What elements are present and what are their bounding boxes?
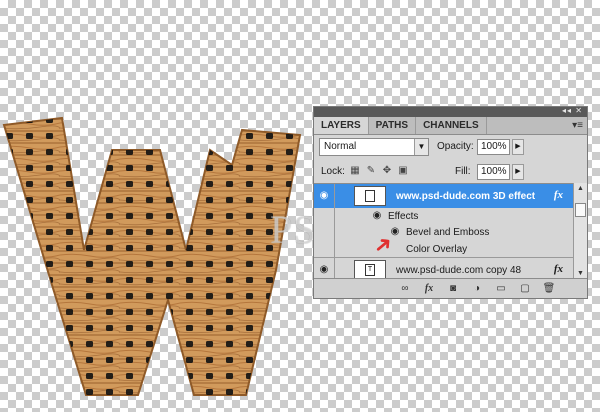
divider xyxy=(334,240,335,257)
fx-icon[interactable]: fx xyxy=(554,189,563,201)
tab-layers[interactable]: LAYERS xyxy=(314,117,369,134)
divider xyxy=(334,208,335,224)
layer-name: www.psd-dude.com copy 48 xyxy=(396,265,522,276)
adjustment-layer-icon[interactable]: ◑ xyxy=(470,282,484,295)
lock-brush-icon[interactable]: ✎ xyxy=(365,165,377,177)
divider xyxy=(334,184,335,208)
panel-tabs: LAYERS PATHS CHANNELS ▾≡ xyxy=(314,117,587,135)
chevron-down-icon: ▼ xyxy=(414,139,428,155)
bevel-eye-icon[interactable]: ◉ xyxy=(388,225,402,239)
scroll-thumb[interactable] xyxy=(575,203,586,217)
add-style-icon[interactable]: fx xyxy=(422,282,436,295)
opacity-field[interactable]: 100% xyxy=(477,139,510,155)
effects-row[interactable]: ◉ Effects xyxy=(314,208,573,224)
color-overlay-label: Color Overlay xyxy=(406,244,468,255)
lock-transparency-icon[interactable]: ▦ xyxy=(349,165,361,177)
trash-icon[interactable]: 🗑 xyxy=(542,282,556,295)
layer-row-selected[interactable]: ◉ T www.psd-dude.com 3D effect fx xyxy=(314,184,573,208)
effect-bevel-row[interactable]: ◉ Bevel and Emboss xyxy=(314,224,573,240)
panel-footer: ∞ fx ◙ ◑ ▭ ▢ 🗑 xyxy=(314,278,587,298)
panel-title-bar: ◂◂ ✕ xyxy=(314,106,587,117)
panel-menu-icon[interactable]: ▾≡ xyxy=(572,120,583,131)
new-group-icon[interactable]: ▭ xyxy=(494,282,508,295)
lock-label: Lock: xyxy=(321,166,345,177)
opacity-label: Opacity: xyxy=(437,141,474,152)
add-mask-icon[interactable]: ◙ xyxy=(446,282,460,295)
blend-mode-value: Normal xyxy=(324,141,357,152)
collapse-close-icons[interactable]: ◂◂ ✕ xyxy=(562,106,583,115)
lock-fill-row: Lock: ▦ ✎ ✥ ▣ Fill: 100% ▶ xyxy=(319,163,582,181)
fill-arrow-icon[interactable]: ▶ xyxy=(512,164,524,180)
new-layer-icon[interactable]: ▢ xyxy=(518,282,532,295)
eye-icon[interactable]: ◉ xyxy=(317,263,331,277)
layers-panel: ◂◂ ✕ LAYERS PATHS CHANNELS ▾≡ Normal ▼ O… xyxy=(313,106,588,299)
effect-color-overlay-row[interactable]: ➜ Color Overlay xyxy=(314,229,573,260)
fill-field[interactable]: 100% xyxy=(477,164,510,180)
blend-opacity-row: Normal ▼ Opacity: 100% ▶ xyxy=(319,138,582,158)
effects-label: Effects xyxy=(388,211,419,222)
tab-paths[interactable]: PATHS xyxy=(369,117,417,134)
layers-list: ◉ T www.psd-dude.com 3D effect fx ◉ Effe… xyxy=(314,183,573,281)
layer-thumbnail: T xyxy=(354,260,386,280)
layer-thumbnail: T xyxy=(354,186,386,206)
layer-name: www.psd-dude.com 3D effect xyxy=(396,191,536,202)
bevel-emboss-label: Bevel and Emboss xyxy=(406,227,490,238)
scroll-up-icon[interactable]: ▲ xyxy=(574,183,587,195)
opacity-arrow-icon[interactable]: ▶ xyxy=(512,139,524,155)
fx-icon[interactable]: fx xyxy=(554,263,563,275)
lock-all-icon[interactable]: ▣ xyxy=(397,165,409,177)
blend-mode-select[interactable]: Normal ▼ xyxy=(319,138,429,156)
eye-icon[interactable]: ◉ xyxy=(317,189,331,203)
lock-move-icon[interactable]: ✥ xyxy=(381,165,393,177)
text-layer-icon: T xyxy=(365,264,375,276)
text-layer-icon: T xyxy=(365,190,375,202)
divider xyxy=(334,224,335,240)
link-layers-icon[interactable]: ∞ xyxy=(398,282,412,295)
tab-channels[interactable]: CHANNELS xyxy=(416,117,487,134)
letter-w-shape xyxy=(2,116,302,396)
effects-eye-icon[interactable]: ◉ xyxy=(370,209,384,223)
layers-scrollbar[interactable]: ▲ ▼ xyxy=(573,183,587,280)
fill-label: Fill: xyxy=(455,166,471,177)
